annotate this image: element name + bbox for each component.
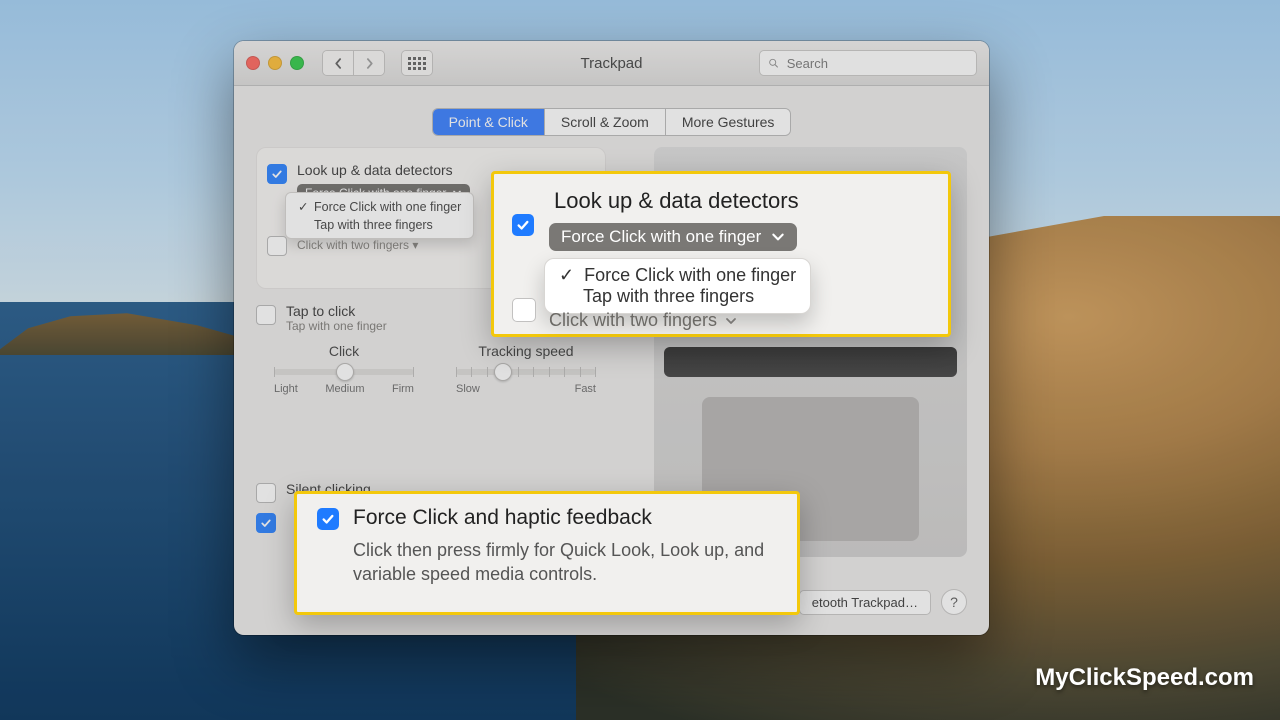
close-window-button[interactable] — [246, 56, 260, 70]
click-slider[interactable] — [274, 369, 414, 375]
watermark: MyClickSpeed.com — [1035, 664, 1254, 692]
traffic-lights — [246, 56, 304, 70]
click-tick-firm: Firm — [392, 383, 414, 395]
forward-button[interactable] — [353, 51, 384, 75]
minimize-window-button[interactable] — [268, 56, 282, 70]
check-icon — [260, 517, 272, 529]
tracking-tick-fast: Fast — [575, 383, 596, 395]
window-titlebar: Trackpad — [234, 41, 989, 86]
click-slider-label: Click — [274, 343, 414, 359]
callout-lookup-title: Look up & data detectors — [554, 188, 799, 214]
click-slider-thumb[interactable] — [336, 363, 354, 381]
back-button[interactable] — [323, 51, 353, 75]
chevron-left-icon — [333, 58, 344, 69]
callout-below-text: Click with two fingers — [549, 310, 717, 331]
callout-below-label: Click with two fingers — [549, 310, 737, 331]
tab-scroll-and-zoom[interactable]: Scroll & Zoom — [544, 109, 665, 135]
callout-lookup-dropdown[interactable]: Force Click with one finger — [549, 223, 797, 251]
search-icon — [768, 57, 779, 69]
show-all-button[interactable] — [401, 50, 433, 76]
sliders-row: Click Light Medium Firm Tracking speed — [256, 343, 606, 395]
lookup-menu: ✓Force Click with one finger Tap with th… — [285, 192, 474, 239]
callout-option-0-label: Force Click with one finger — [584, 265, 796, 286]
callout-lookup: Look up & data detectors Force Click wit… — [491, 171, 951, 337]
lookup-label: Look up & data detectors — [297, 162, 470, 178]
callout-force-desc: Click then press firmly for Quick Look, … — [353, 538, 797, 587]
silent-clicking-checkbox[interactable] — [256, 483, 276, 503]
tracking-slider-thumb[interactable] — [494, 363, 512, 381]
tab-more-gestures[interactable]: More Gestures — [665, 109, 791, 135]
callout-secondary-click-checkbox[interactable] — [512, 298, 536, 322]
chevron-down-icon — [725, 315, 737, 327]
search-input[interactable] — [785, 55, 968, 72]
tap-to-click-checkbox[interactable] — [256, 305, 276, 325]
callout-force-checkbox[interactable] — [317, 508, 339, 530]
callout-lookup-selected: Force Click with one finger — [561, 227, 761, 247]
force-click-checkbox[interactable] — [256, 513, 276, 533]
check-icon — [516, 218, 530, 232]
tracking-slider-block: Tracking speed Slow Fast — [456, 343, 596, 395]
search-field[interactable] — [759, 50, 977, 76]
check-icon — [271, 168, 283, 180]
callout-force-title: Force Click and haptic feedback — [353, 506, 652, 530]
callout-lookup-checkbox[interactable] — [512, 214, 534, 236]
help-button[interactable]: ? — [941, 589, 967, 615]
setup-bluetooth-button[interactable]: etooth Trackpad… — [799, 590, 931, 615]
lookup-checkbox[interactable] — [267, 164, 287, 184]
lookup-option-1-label: Tap with three fingers — [314, 218, 433, 232]
callout-force-click: Force Click and haptic feedback Click th… — [294, 491, 800, 615]
click-tick-medium: Medium — [325, 383, 364, 395]
callout-option-1-label: Tap with three fingers — [583, 286, 754, 307]
lookup-option-0-label: Force Click with one finger — [314, 200, 461, 214]
tab-bar: Point & Click Scroll & Zoom More Gesture… — [234, 108, 989, 136]
lookup-option-1[interactable]: Tap with three fingers — [292, 216, 467, 234]
tracking-slider[interactable] — [456, 369, 596, 375]
tracking-tick-slow: Slow — [456, 383, 480, 395]
zoom-window-button[interactable] — [290, 56, 304, 70]
tap-to-click-label: Tap to click — [286, 303, 387, 319]
chevron-right-icon — [364, 58, 375, 69]
callout-option-1[interactable]: Tap with three fingers — [559, 286, 796, 307]
check-icon — [321, 512, 335, 526]
bottom-right-controls: etooth Trackpad… ? — [799, 589, 967, 615]
callout-option-0[interactable]: ✓Force Click with one finger — [559, 265, 796, 286]
nav-back-forward — [322, 50, 385, 76]
click-slider-block: Click Light Medium Firm — [274, 343, 414, 395]
callout-lookup-menu: ✓Force Click with one finger Tap with th… — [544, 258, 811, 314]
click-tick-light: Light — [274, 383, 298, 395]
secondary-click-partial-label: Click with two fingers ▾ — [297, 238, 418, 252]
tap-to-click-sub: Tap with one finger — [286, 319, 387, 333]
grid-icon — [408, 57, 426, 70]
lookup-option-0[interactable]: ✓Force Click with one finger — [292, 197, 467, 216]
chevron-down-icon — [771, 230, 785, 244]
tracking-slider-label: Tracking speed — [456, 343, 596, 359]
tab-point-and-click[interactable]: Point & Click — [433, 109, 544, 135]
secondary-click-checkbox[interactable] — [267, 236, 287, 256]
